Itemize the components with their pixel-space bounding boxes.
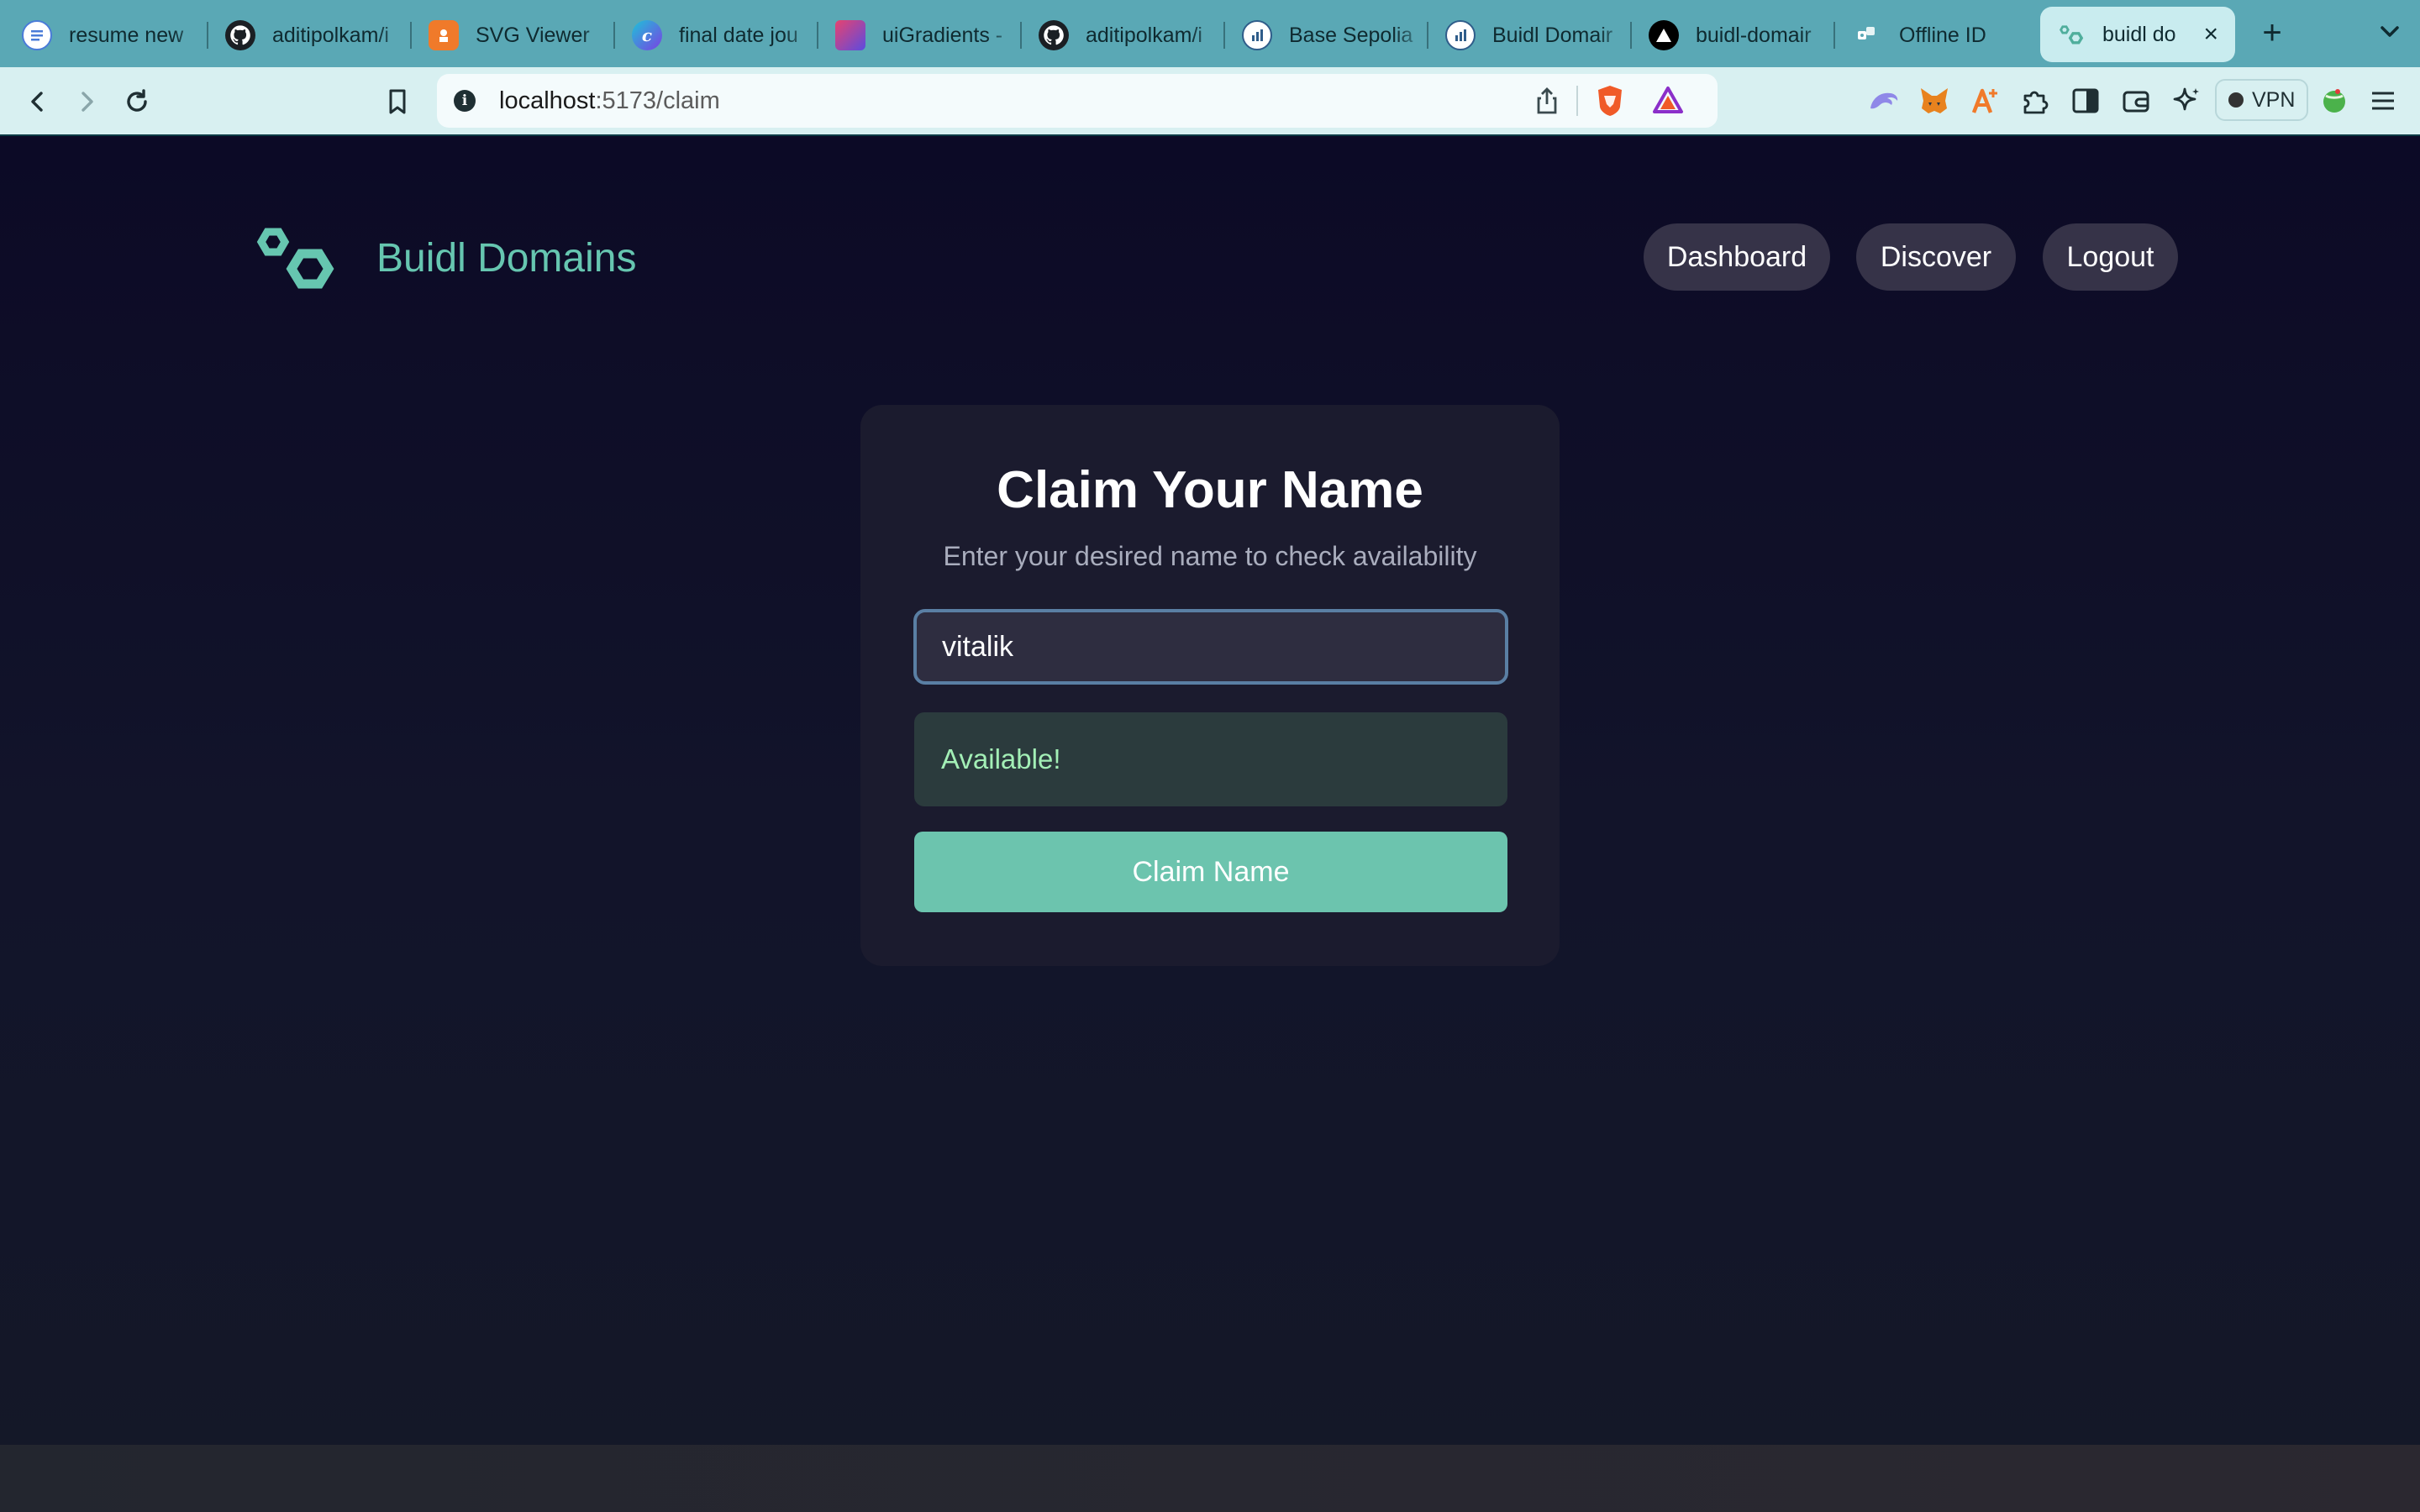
claim-name-button[interactable]: Claim Name — [914, 832, 1507, 912]
url-path: :5173/claim — [595, 87, 720, 114]
github-icon — [225, 20, 255, 50]
gradient-icon — [835, 20, 865, 50]
tab-title: buidl do — [2102, 22, 2176, 46]
basescan-icon — [1445, 20, 1476, 50]
tab-separator — [613, 22, 615, 49]
brave-rewards-icon[interactable] — [1652, 86, 1684, 118]
browser-tab[interactable]: Base Sepolia — [1227, 8, 1428, 62]
page-subtitle: Enter your desired name to check availab… — [943, 541, 1477, 571]
browser-tab[interactable]: c final date jou — [617, 8, 818, 62]
browser-tab[interactable]: resume new — [7, 8, 208, 62]
vercel-icon — [1649, 20, 1679, 50]
address-bar[interactable]: i localhost:5173/claim — [437, 74, 1718, 128]
vpn-badge[interactable]: VPN — [2215, 79, 2309, 121]
wallet-icon[interactable] — [2118, 82, 2154, 119]
metamask-icon[interactable] — [1916, 82, 1953, 119]
tab-title: Buidl Domair — [1492, 23, 1613, 47]
tab-title: uiGradients - — [882, 23, 1003, 47]
green-ball-icon[interactable] — [2316, 82, 2353, 119]
tab-separator — [207, 22, 208, 49]
nav-logout-button[interactable]: Logout — [2043, 223, 2178, 291]
share-icon[interactable] — [1533, 86, 1561, 120]
vpn-status-icon — [2228, 92, 2244, 108]
brave-shield-icon[interactable] — [1595, 84, 1625, 122]
tab-title: final date jou — [679, 23, 798, 47]
offline-id-icon — [1852, 20, 1882, 50]
back-button[interactable] — [17, 81, 59, 123]
url-text[interactable]: localhost:5173/claim — [499, 87, 720, 115]
reload-button[interactable] — [116, 81, 158, 123]
brand-name[interactable]: Buidl Domains — [376, 235, 636, 281]
browser-tab-bar: resume new aditipolkam/i SVG Viewer c fi… — [0, 0, 2420, 67]
browser-tab-active[interactable]: buidl do × — [2040, 7, 2235, 62]
url-divider — [1576, 86, 1578, 116]
close-tab-icon[interactable]: × — [2196, 20, 2235, 49]
bookmark-icon[interactable] — [376, 81, 418, 123]
new-tab-button[interactable]: + — [2255, 13, 2289, 52]
site-info-icon[interactable]: i — [454, 90, 476, 112]
tab-title: SVG Viewer — [476, 23, 590, 47]
footer-band — [0, 1445, 2420, 1512]
tab-separator — [817, 22, 818, 49]
tab-separator — [1630, 22, 1632, 49]
docs-icon — [22, 20, 52, 50]
browser-tab[interactable]: Buidl Domair — [1430, 8, 1632, 62]
browser-tab[interactable]: aditipolkam/i — [210, 8, 412, 62]
arc-icon[interactable] — [1865, 82, 1902, 119]
browser-tab[interactable]: buidl-domair — [1634, 8, 1835, 62]
tab-separator — [1223, 22, 1225, 49]
extension-a-icon[interactable] — [1966, 82, 2003, 119]
leo-ai-icon[interactable] — [2168, 82, 2205, 119]
puzzle-icon[interactable] — [2017, 82, 2054, 119]
forward-button[interactable] — [66, 81, 108, 123]
browser-tab[interactable]: aditipolkam/i — [1023, 8, 1225, 62]
tab-title: Offline ID — [1899, 23, 1986, 47]
basescan-icon — [1242, 20, 1272, 50]
tab-title: buidl-domair — [1696, 23, 1812, 47]
tab-separator — [1020, 22, 1022, 49]
availability-status: Available! — [914, 712, 1507, 806]
chevron-down-icon[interactable] — [2373, 15, 2407, 49]
tab-separator — [410, 22, 412, 49]
canva-icon: c — [632, 20, 662, 50]
menu-icon[interactable] — [2365, 82, 2402, 119]
tab-separator — [1427, 22, 1428, 49]
page-content: Buidl Domains Dashboard Discover Logout … — [0, 136, 2420, 1512]
tab-separator — [1833, 22, 1835, 49]
tab-title: aditipolkam/i — [272, 23, 389, 47]
claim-card: Claim Your Name Enter your desired name … — [860, 405, 1560, 966]
github-icon — [1039, 20, 1069, 50]
url-host: localhost — [499, 87, 596, 114]
page-title: Claim Your Name — [997, 461, 1423, 519]
tab-title: aditipolkam/i — [1086, 23, 1202, 47]
vpn-label: VPN — [2252, 87, 2296, 112]
sidebar-icon[interactable] — [2067, 82, 2104, 119]
browser-tab[interactable]: uiGradients - — [820, 8, 1022, 62]
browser-tab[interactable]: Offline ID — [1837, 8, 2039, 62]
browser-tab[interactable]: SVG Viewer — [413, 8, 615, 62]
tab-title: Base Sepolia — [1289, 23, 1413, 47]
buidl-hex-logo-icon[interactable] — [249, 218, 336, 296]
tab-title: resume new — [69, 23, 184, 47]
nav-dashboard-button[interactable]: Dashboard — [1644, 223, 1830, 291]
nav-discover-button[interactable]: Discover — [1856, 223, 2016, 291]
name-input[interactable] — [913, 609, 1508, 685]
buidl-hex-icon — [2055, 19, 2086, 50]
svg-viewer-icon — [429, 20, 459, 50]
browser-toolbar: i localhost:5173/claim VPN — [0, 67, 2420, 136]
